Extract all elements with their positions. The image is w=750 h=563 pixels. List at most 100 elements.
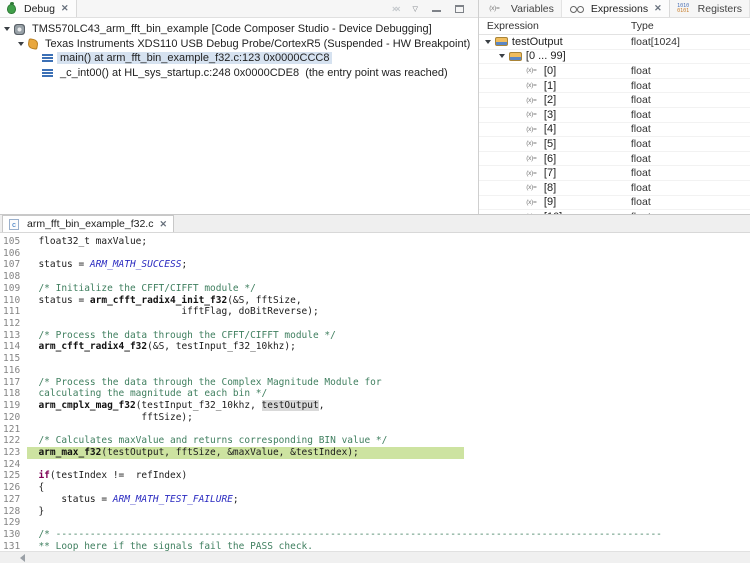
expression-type: float (631, 211, 750, 214)
tab-variables[interactable]: (x)= Variables (479, 0, 562, 17)
code-line[interactable]: 110 status = arm_cfft_radix4_init_f32(&S… (0, 295, 750, 307)
line-number[interactable]: 129 (0, 517, 27, 529)
code-text: status = arm_cfft_radix4_init_f32(&S, ff… (27, 295, 302, 307)
code-line[interactable]: 106 (0, 248, 750, 260)
line-number[interactable]: 121 (0, 424, 27, 436)
expression-row[interactable]: (x)=[6]float (479, 152, 750, 167)
close-icon[interactable]: ✕ (159, 219, 167, 230)
code-line[interactable]: 114 arm_cfft_radix4_f32(&S, testInput_f3… (0, 341, 750, 353)
expression-row[interactable]: [0 ... 99] (479, 50, 750, 65)
code-line[interactable]: 128 } (0, 506, 750, 518)
tab-source-file[interactable]: arm_fft_bin_example_f32.c ✕ (2, 215, 174, 232)
code-line[interactable]: 108 (0, 271, 750, 283)
expand-arrow-icon[interactable] (18, 42, 24, 49)
column-expression[interactable]: Expression (479, 20, 631, 32)
line-number[interactable]: 114 (0, 341, 27, 353)
line-number[interactable]: 110 (0, 295, 27, 307)
line-number[interactable]: 108 (0, 271, 27, 283)
line-number[interactable]: 122 (0, 435, 27, 447)
code-line[interactable]: 117 /* Process the data through the Comp… (0, 377, 750, 389)
expression-row[interactable]: (x)=[5]float (479, 137, 750, 152)
line-number[interactable]: 107 (0, 259, 27, 271)
stack-icon (42, 69, 53, 77)
line-number[interactable]: 128 (0, 506, 27, 518)
expression-row[interactable]: (x)=[2]float (479, 93, 750, 108)
line-number[interactable]: 126 (0, 482, 27, 494)
code-line[interactable]: 116 (0, 365, 750, 377)
line-number[interactable]: 120 (0, 412, 27, 424)
code-line[interactable]: 112 (0, 318, 750, 330)
line-number[interactable]: 111 (0, 306, 27, 318)
line-number[interactable]: 130 (0, 529, 27, 541)
expression-row[interactable]: (x)=[7]float (479, 166, 750, 181)
code-text: } (27, 506, 44, 518)
scroll-left-icon[interactable] (16, 554, 25, 562)
line-number[interactable]: 109 (0, 283, 27, 295)
code-line[interactable]: 131 ** Loop here if the signals fail the… (0, 541, 750, 551)
code-text: /* Process the data through the CFFT/CIF… (27, 330, 336, 342)
line-number[interactable]: 115 (0, 353, 27, 365)
line-number[interactable]: 123 (0, 447, 27, 459)
tab-debug[interactable]: Debug ✕ (0, 0, 77, 17)
line-number[interactable]: 118 (0, 388, 27, 400)
code-line[interactable]: 115 (0, 353, 750, 365)
line-number[interactable]: 131 (0, 541, 27, 551)
expression-name: [2] (544, 94, 556, 106)
code-line[interactable]: 118 calculating the magnitude at each bi… (0, 388, 750, 400)
expand-arrow-icon[interactable] (4, 27, 10, 34)
remove-all-terminated-icon[interactable] (392, 4, 399, 14)
code-line[interactable]: 127 status = ARM_MATH_TEST_FAILURE; (0, 494, 750, 506)
line-number[interactable]: 127 (0, 494, 27, 506)
line-number[interactable]: 106 (0, 248, 27, 260)
code-line[interactable]: 105 float32_t maxValue; (0, 236, 750, 248)
tab-registers[interactable]: Registers (670, 0, 750, 17)
line-number[interactable]: 112 (0, 318, 27, 330)
debug-tree-item[interactable]: Texas Instruments XDS110 USB Debug Probe… (0, 37, 478, 52)
line-number[interactable]: 113 (0, 330, 27, 342)
line-number[interactable]: 119 (0, 400, 27, 412)
code-line[interactable]: 129 (0, 517, 750, 529)
expression-type: float[1024] (631, 36, 750, 48)
line-number[interactable]: 105 (0, 236, 27, 248)
expand-arrow-icon[interactable] (485, 40, 491, 47)
expression-row[interactable]: (x)=[10]float (479, 210, 750, 214)
code-line[interactable]: 113 /* Process the data through the CFFT… (0, 330, 750, 342)
code-line[interactable]: 111 ifftFlag, doBitReverse); (0, 306, 750, 318)
debug-tree-item[interactable]: TMS570LC43_arm_fft_bin_example [Code Com… (0, 22, 478, 37)
expression-row[interactable]: (x)=[0]float (479, 64, 750, 79)
source-code-area[interactable]: 105 float32_t maxValue;106107 status = A… (0, 233, 750, 551)
code-line[interactable]: 107 status = ARM_MATH_SUCCESS; (0, 259, 750, 271)
line-number[interactable]: 117 (0, 377, 27, 389)
code-line[interactable]: 124 (0, 459, 750, 471)
horizontal-scrollbar[interactable] (0, 551, 750, 563)
code-line[interactable]: 123 arm_max_f32(testOutput, fftSize, &ma… (0, 447, 750, 459)
expression-row[interactable]: (x)=[3]float (479, 108, 750, 123)
code-line[interactable]: 121 (0, 424, 750, 436)
expression-row[interactable]: (x)=[9]float (479, 196, 750, 211)
debug-tree-item[interactable]: main() at arm_fft_bin_example_f32.c:123 … (0, 51, 478, 66)
line-number[interactable]: 125 (0, 470, 27, 482)
close-icon[interactable]: ✕ (61, 3, 69, 14)
code-line[interactable]: 130 /* ---------------------------------… (0, 529, 750, 541)
line-number[interactable]: 116 (0, 365, 27, 377)
tab-expressions[interactable]: Expressions ✕ (562, 0, 670, 17)
code-line[interactable]: 109 /* Initialize the CFFT/CIFFT module … (0, 283, 750, 295)
maximize-icon[interactable] (455, 5, 464, 13)
expression-row[interactable]: testOutputfloat[1024] (479, 35, 750, 50)
column-type[interactable]: Type (631, 20, 750, 32)
view-menu-icon[interactable] (413, 5, 418, 13)
expression-row[interactable]: (x)=[1]float (479, 79, 750, 94)
code-line[interactable]: 119 arm_cmplx_mag_f32(testInput_f32_10kh… (0, 400, 750, 412)
code-line[interactable]: 120 fftSize); (0, 412, 750, 424)
code-line[interactable]: 122 /* Calculates maxValue and returns c… (0, 435, 750, 447)
expand-arrow-icon[interactable] (499, 54, 505, 61)
close-icon[interactable]: ✕ (654, 3, 662, 14)
expression-row[interactable]: (x)=[8]float (479, 181, 750, 196)
minimize-icon[interactable] (432, 5, 441, 13)
expression-row[interactable]: (x)=[4]float (479, 123, 750, 138)
line-number[interactable]: 124 (0, 459, 27, 471)
code-line[interactable]: 126 { (0, 482, 750, 494)
expression-name-cell: (x)=[1] (479, 80, 631, 92)
debug-tree-item[interactable]: _c_int00() at HL_sys_startup.c:248 0x000… (0, 66, 478, 81)
code-line[interactable]: 125 if(testIndex != refIndex) (0, 470, 750, 482)
